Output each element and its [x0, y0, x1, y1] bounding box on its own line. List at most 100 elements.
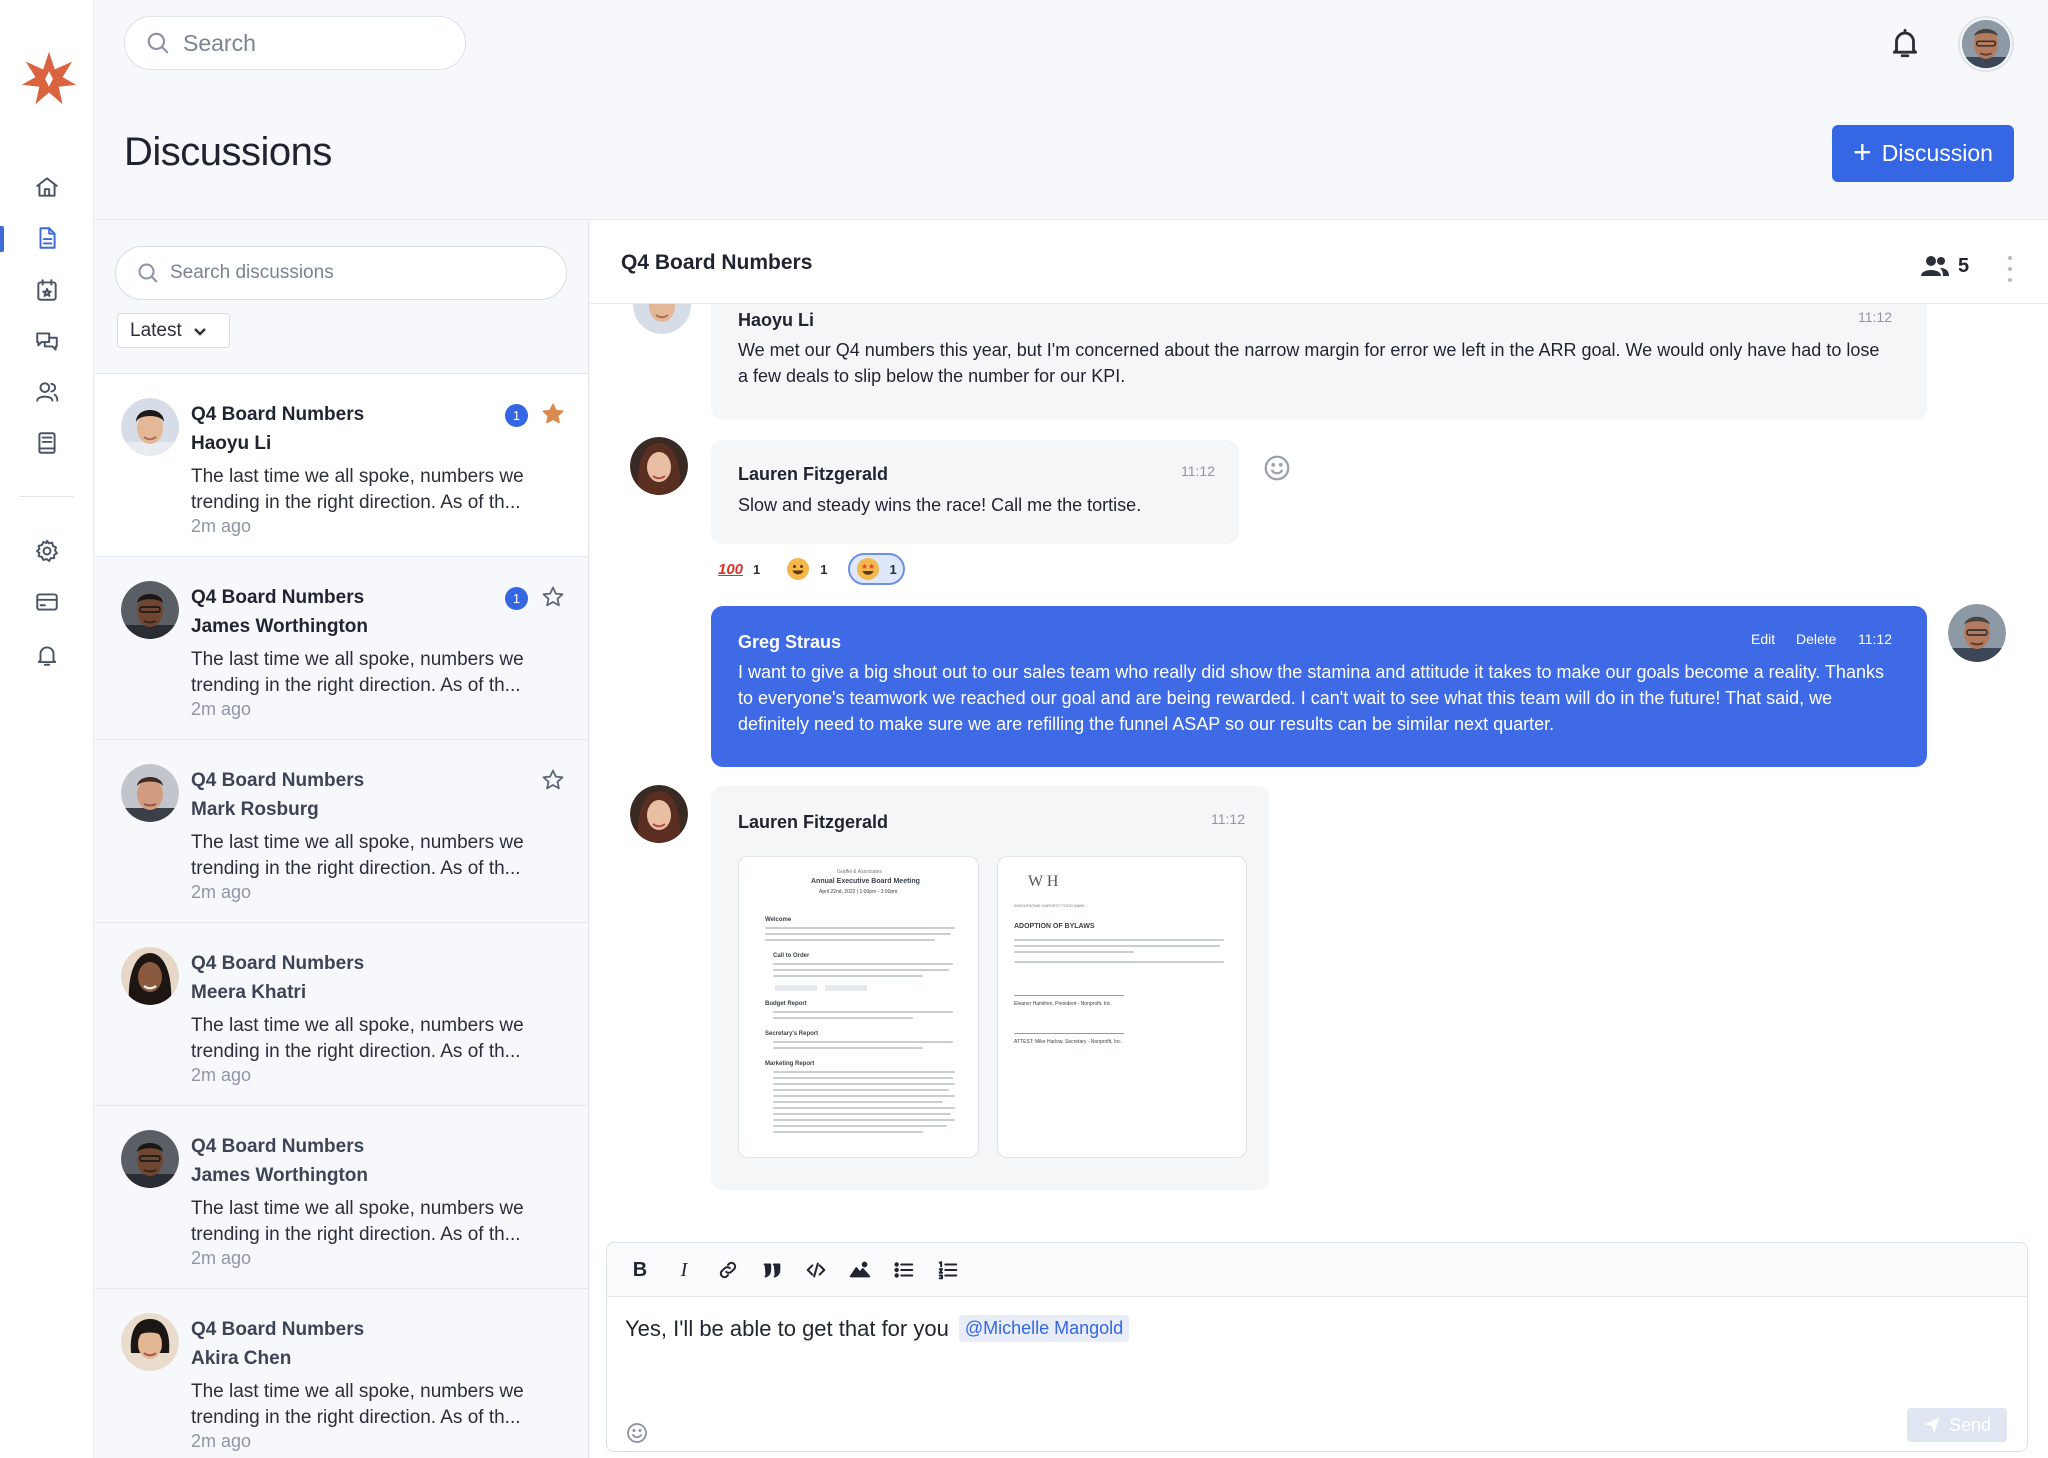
thread-item[interactable]: Q4 Board Numbers Haoyu Li The last time …: [95, 373, 588, 556]
avatar: [121, 581, 179, 639]
emoji-picker-button[interactable]: [625, 1421, 649, 1445]
code-button[interactable]: [801, 1255, 831, 1285]
reaction-grinning[interactable]: 1: [780, 553, 833, 585]
document-icon: [39, 227, 56, 249]
thread-item[interactable]: Q4 Board Numbers Akira Chen The last tim…: [95, 1288, 588, 1458]
code-icon: [806, 1262, 826, 1278]
sort-dropdown[interactable]: Latest: [117, 313, 230, 348]
thread-preview: The last time we all spoke, numbers we t…: [191, 1198, 524, 1245]
star-outline-icon: [542, 586, 564, 607]
bulleted-list-button[interactable]: [889, 1255, 919, 1285]
composer-input[interactable]: Yes, I'll be able to get that for you @M…: [625, 1315, 1130, 1342]
reaction-count: 1: [753, 561, 761, 577]
reaction-star-struck[interactable]: 1: [847, 553, 905, 585]
grinning-face-icon: [787, 558, 810, 580]
chat-header: Q4 Board Numbers 5: [590, 220, 2048, 304]
thread-preview: The last time we all spoke, numbers we t…: [191, 649, 524, 696]
message-bubble: Lauren Fitzgerald 11:12 Slow and steady …: [711, 440, 1239, 544]
thread-preview: The last time we all spoke, numbers we t…: [191, 466, 524, 513]
member-count-button[interactable]: 5: [1920, 254, 1969, 278]
avatar: [121, 764, 179, 822]
left-rail: [0, 0, 94, 1458]
doc-org: Graffel & Associates: [837, 869, 882, 875]
add-reaction-button[interactable]: [1262, 453, 1292, 483]
doc-chip: [825, 985, 867, 991]
plus-icon: +: [1853, 134, 1872, 170]
doc-line: [773, 1047, 923, 1049]
message-text: We met our Q4 numbers this year, but I'm…: [738, 340, 1880, 360]
nav-notifications[interactable]: [28, 636, 66, 674]
edit-message-button[interactable]: Edit: [1751, 631, 1775, 647]
doc-org: WHOLESOME HARVEST FOOD BANK: [1014, 903, 1085, 908]
discussion-search-input[interactable]: [170, 262, 550, 284]
star-toggle[interactable]: [541, 768, 567, 794]
nav-calendar[interactable]: [28, 271, 66, 309]
thread-item[interactable]: Q4 Board Numbers James Worthington The l…: [95, 556, 588, 739]
doc-section: Call to Order: [773, 953, 810, 959]
new-discussion-button[interactable]: + Discussion: [1832, 125, 2014, 182]
chat-panel: Q4 Board Numbers 5 Haoyu Li 11:12 We met…: [590, 219, 2048, 1458]
global-search[interactable]: [124, 16, 466, 70]
doc-line: [773, 1125, 947, 1127]
thread-item[interactable]: Q4 Board Numbers Mark Rosburg The last t…: [95, 739, 588, 922]
app-logo[interactable]: [20, 50, 78, 108]
thread-author: Akira Chen: [191, 1348, 292, 1369]
doc-line: [773, 1101, 943, 1103]
doc-signature: ATTEST: Mike Harlow, Secretary - Nonprof…: [1014, 1039, 1122, 1045]
search-icon: [147, 32, 169, 54]
avatar: [121, 1313, 179, 1371]
thread-item[interactable]: Q4 Board Numbers Meera Khatri The last t…: [95, 922, 588, 1105]
user-avatar[interactable]: [1958, 16, 2014, 72]
thread-time: 2m ago: [191, 1431, 252, 1451]
gear-icon: [36, 539, 58, 562]
signature-line: [1014, 1033, 1124, 1034]
image-icon: [849, 1261, 871, 1278]
mention-chip[interactable]: @Michelle Mangold: [958, 1315, 1130, 1342]
nav-book[interactable]: [28, 424, 66, 462]
quote-button[interactable]: [757, 1255, 787, 1285]
users-icon: [1921, 256, 1949, 276]
bold-button[interactable]: B: [625, 1255, 655, 1285]
global-search-input[interactable]: [183, 29, 453, 57]
more-options-button[interactable]: [2000, 256, 2020, 282]
message-bubble: Lauren Fitzgerald 11:12 Graffel & Associ…: [711, 786, 1269, 1190]
nav-chat[interactable]: [28, 322, 66, 360]
image-button[interactable]: [845, 1255, 875, 1285]
thread-preview: The last time we all spoke, numbers we t…: [191, 1381, 524, 1428]
nav-home[interactable]: [28, 168, 66, 206]
send-button[interactable]: Send: [1907, 1408, 2007, 1442]
link-button[interactable]: [713, 1255, 743, 1285]
nav-settings[interactable]: [28, 532, 66, 570]
nav-documents[interactable]: [28, 219, 66, 257]
nav-users[interactable]: [28, 373, 66, 411]
reaction-100[interactable]: 100 1: [712, 553, 766, 585]
doc-date: April 22nd, 2022 | 1:00pm - 3:00pm: [819, 889, 898, 895]
star-toggle[interactable]: [541, 402, 567, 428]
doc-line: [773, 1095, 955, 1097]
doc-section: Budget Report: [765, 1001, 807, 1007]
send-label: Send: [1948, 1414, 1992, 1435]
thread-author: James Worthington: [191, 616, 368, 637]
smiley-icon: [1264, 455, 1290, 481]
discussion-search[interactable]: [115, 246, 567, 300]
star-outline-icon: [542, 769, 564, 790]
thread-item[interactable]: Q4 Board Numbers James Worthington The l…: [95, 1105, 588, 1288]
thread-author: James Worthington: [191, 1165, 368, 1186]
attachment-document[interactable]: Graffel & Associates Annual Executive Bo…: [738, 856, 979, 1158]
message-text: definitely need to make sure we are refi…: [738, 714, 1555, 734]
doc-signature: Eleanor Hamilton, President - Nonprofit,…: [1014, 1001, 1112, 1007]
new-discussion-label: Discussion: [1881, 140, 1993, 166]
chevron-down-icon: [193, 327, 206, 336]
notifications-button[interactable]: [1888, 26, 1924, 62]
nav-billing[interactable]: [28, 583, 66, 621]
star-toggle[interactable]: [541, 585, 567, 611]
attachment-document[interactable]: W H WHOLESOME HARVEST FOOD BANK ADOPTION…: [997, 856, 1247, 1158]
thread-title: Q4 Board Numbers: [191, 587, 365, 608]
doc-line: [773, 1083, 955, 1085]
delete-message-button[interactable]: Delete: [1796, 631, 1836, 647]
message-text: I want to give a big shout out to our sa…: [738, 662, 1884, 682]
bell-icon: [37, 646, 57, 666]
message-author: Lauren Fitzgerald: [738, 812, 889, 832]
italic-button[interactable]: I: [669, 1255, 699, 1285]
numbered-list-button[interactable]: [933, 1255, 963, 1285]
